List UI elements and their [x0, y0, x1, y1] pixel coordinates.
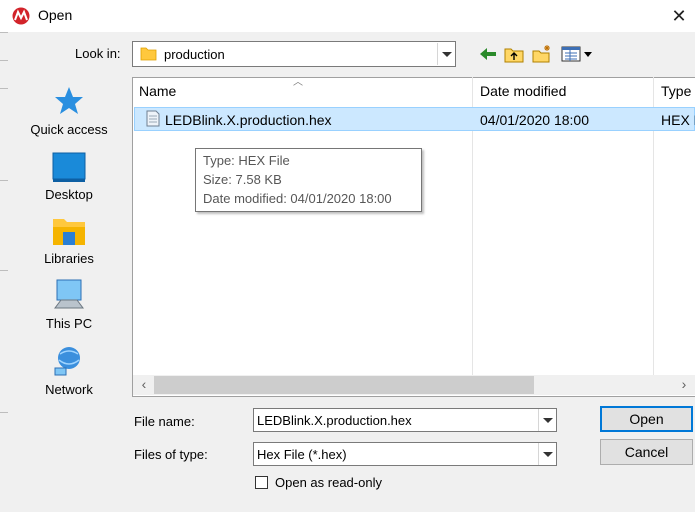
close-button[interactable]: ✕ — [664, 2, 694, 30]
app-logo-icon — [12, 7, 30, 25]
file-name-label: File name: — [134, 414, 195, 429]
tooltip-size: Size: 7.58 KB — [203, 172, 282, 187]
place-this-pc[interactable]: This PC — [20, 278, 118, 331]
look-in-value: production — [164, 47, 225, 62]
place-label: Desktop — [45, 187, 93, 202]
chevron-down-icon[interactable] — [538, 409, 556, 431]
read-only-checkbox[interactable] — [255, 476, 268, 489]
tooltip-type: Type: HEX File — [203, 153, 290, 168]
column-header-type[interactable]: Type — [654, 77, 695, 105]
place-quick-access[interactable]: Quick access — [20, 84, 118, 137]
place-label: Libraries — [44, 251, 94, 266]
back-arrow-icon[interactable] — [477, 44, 499, 64]
column-header-name[interactable]: Name — [132, 77, 472, 105]
new-folder-icon[interactable] — [531, 44, 553, 64]
view-menu-icon[interactable] — [560, 44, 596, 64]
place-label: Network — [45, 382, 93, 397]
place-desktop[interactable]: Desktop — [20, 151, 118, 202]
folder-icon — [140, 47, 157, 61]
place-label: Quick access — [30, 122, 108, 137]
scroll-right-icon[interactable]: › — [676, 374, 692, 394]
file-type-value: Hex File (*.hex) — [257, 447, 347, 462]
column-type-label: Type — [661, 83, 692, 99]
title-bar — [0, 0, 695, 32]
chevron-down-icon[interactable] — [538, 443, 556, 465]
place-label: This PC — [45, 316, 93, 331]
file-icon — [146, 110, 160, 127]
network-icon — [54, 347, 80, 376]
up-folder-icon[interactable] — [503, 44, 525, 64]
star-icon — [55, 87, 83, 114]
look-in-label: Look in: — [75, 46, 121, 61]
read-only-label[interactable]: Open as read-only — [275, 475, 382, 490]
libraries-icon — [53, 219, 85, 245]
tooltip-date: Date modified: 04/01/2020 18:00 — [203, 191, 392, 206]
file-type-cell: HEX F — [661, 112, 695, 128]
cancel-button[interactable]: Cancel — [600, 439, 693, 465]
file-name-cell: LEDBlink.X.production.hex — [165, 112, 332, 128]
column-header-date[interactable]: Date modified — [473, 77, 653, 105]
place-network[interactable]: Network — [20, 344, 118, 397]
column-date-label: Date modified — [480, 83, 567, 99]
place-libraries[interactable]: Libraries — [20, 215, 118, 266]
computer-icon — [54, 279, 84, 309]
scroll-left-icon[interactable]: ‹ — [136, 374, 152, 394]
file-date-cell: 04/01/2020 18:00 — [480, 112, 589, 128]
file-type-label: Files of type: — [134, 447, 208, 462]
file-name-input[interactable]: LEDBlink.X.production.hex — [257, 413, 412, 428]
chevron-down-icon[interactable] — [437, 43, 455, 65]
scrollbar-thumb[interactable] — [154, 376, 534, 394]
desktop-icon — [52, 152, 86, 182]
open-button[interactable]: Open — [600, 406, 693, 432]
column-name-label: Name — [139, 83, 177, 99]
window-title: Open — [38, 7, 73, 23]
